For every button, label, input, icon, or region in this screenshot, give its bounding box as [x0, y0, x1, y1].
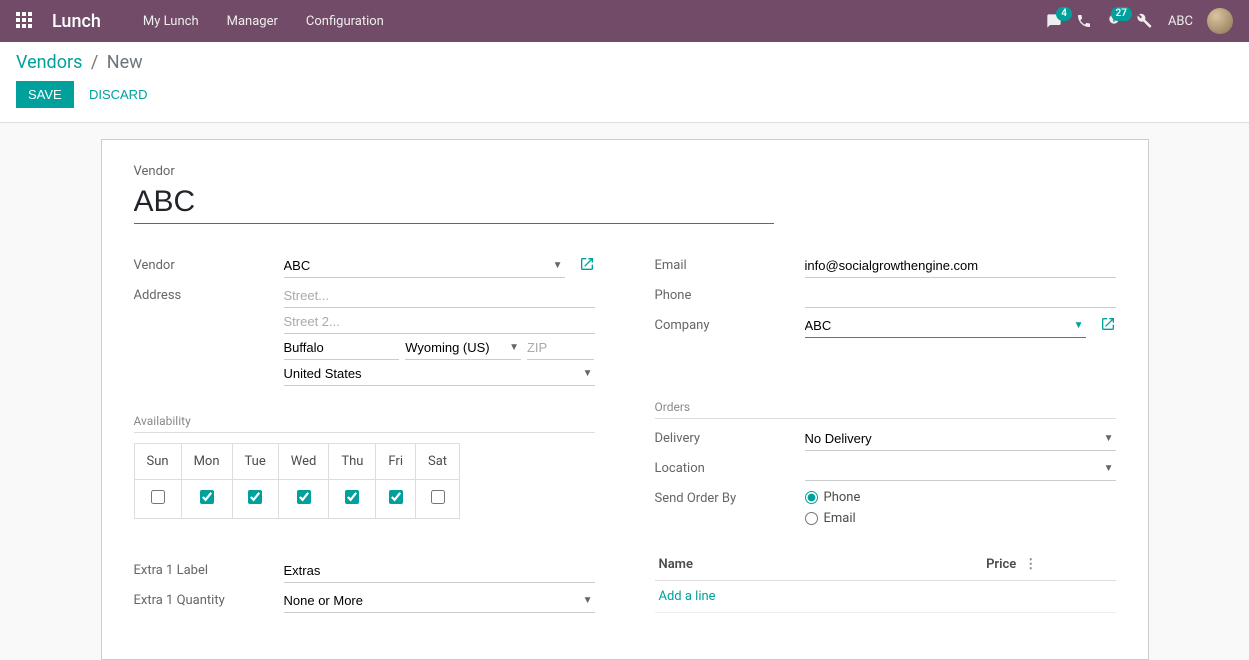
control-bar: Vendors / New SAVE DISCARD	[0, 42, 1249, 123]
email-input[interactable]	[805, 254, 1116, 278]
send-order-email-radio[interactable]	[805, 512, 818, 525]
availability-section: Availability	[134, 414, 595, 433]
vendor-name-input[interactable]	[134, 183, 774, 224]
company-label: Company	[655, 314, 805, 333]
menu-configuration[interactable]: Configuration	[292, 2, 398, 41]
address-label: Address	[134, 284, 284, 303]
day-header-wed: Wed	[278, 444, 329, 480]
country-select[interactable]	[284, 362, 595, 386]
navbar-username[interactable]: ABC	[1168, 14, 1193, 29]
tools-icon[interactable]	[1136, 13, 1152, 29]
avail-tue[interactable]	[248, 490, 262, 504]
vendor-title-label: Vendor	[134, 164, 1116, 179]
email-label: Email	[655, 254, 805, 273]
top-navbar: Lunch My Lunch Manager Configuration 4 2…	[0, 0, 1249, 42]
breadcrumb-separator: /	[91, 52, 98, 73]
avail-fri[interactable]	[389, 490, 403, 504]
external-link-icon[interactable]	[579, 256, 595, 276]
form-sheet: Vendor Vendor ▼	[101, 139, 1149, 660]
avail-wed[interactable]	[297, 490, 311, 504]
day-header-sun: Sun	[134, 444, 181, 480]
availability-table: Sun Mon Tue Wed Thu Fri Sat	[134, 443, 461, 519]
day-header-mon: Mon	[181, 444, 232, 480]
menu-manager[interactable]: Manager	[213, 2, 292, 41]
add-line-link[interactable]: Add a line	[659, 589, 716, 604]
phone-input[interactable]	[805, 284, 1116, 308]
send-order-email-label: Email	[824, 511, 856, 526]
app-brand[interactable]: Lunch	[52, 11, 101, 32]
activities-icon[interactable]: 27	[1106, 13, 1122, 29]
orders-section: Orders	[655, 400, 1116, 419]
messages-icon[interactable]: 4	[1046, 13, 1062, 29]
external-link-icon[interactable]	[1100, 316, 1116, 336]
day-header-thu: Thu	[329, 444, 376, 480]
discard-button[interactable]: DISCARD	[77, 81, 160, 108]
location-label: Location	[655, 457, 805, 476]
breadcrumb-parent[interactable]: Vendors	[16, 52, 82, 73]
day-header-fri: Fri	[376, 444, 416, 480]
kebab-icon[interactable]: ⋮	[1020, 549, 1115, 581]
day-header-sat: Sat	[416, 444, 460, 480]
apps-icon[interactable]	[16, 12, 34, 30]
location-select[interactable]	[805, 457, 1116, 481]
delivery-label: Delivery	[655, 427, 805, 446]
lines-table: Name Price ⋮ Add a line	[655, 549, 1116, 613]
save-button[interactable]: SAVE	[16, 81, 74, 108]
state-select[interactable]	[405, 336, 521, 360]
phone-label: Phone	[655, 284, 805, 303]
vendor-select[interactable]	[284, 254, 565, 278]
delivery-select[interactable]	[805, 427, 1116, 451]
avail-sun[interactable]	[151, 490, 165, 504]
phone-icon[interactable]	[1076, 13, 1092, 29]
user-avatar[interactable]	[1207, 8, 1233, 34]
activities-badge: 27	[1111, 7, 1132, 21]
day-header-tue: Tue	[232, 444, 278, 480]
extra1-qty-label: Extra 1 Quantity	[134, 589, 284, 608]
vendor-label: Vendor	[134, 254, 284, 273]
extra1-label-input[interactable]	[284, 559, 595, 583]
company-select[interactable]	[805, 314, 1086, 338]
send-order-phone[interactable]: Phone	[805, 487, 1116, 508]
breadcrumb: Vendors / New	[16, 52, 1233, 73]
avail-sat[interactable]	[431, 490, 445, 504]
street2-input[interactable]	[284, 310, 595, 334]
send-order-phone-label: Phone	[824, 490, 861, 505]
messages-badge: 4	[1056, 7, 1072, 21]
send-order-phone-radio[interactable]	[805, 491, 818, 504]
zip-input[interactable]	[527, 336, 595, 360]
extra1-label-label: Extra 1 Label	[134, 559, 284, 578]
extra1-qty-select[interactable]	[284, 589, 595, 613]
street-input[interactable]	[284, 284, 595, 308]
send-order-by-label: Send Order By	[655, 487, 805, 506]
city-input[interactable]	[284, 336, 400, 360]
col-name: Name	[655, 549, 848, 581]
menu-my-lunch[interactable]: My Lunch	[129, 2, 213, 41]
avail-mon[interactable]	[200, 490, 214, 504]
avail-thu[interactable]	[345, 490, 359, 504]
send-order-email[interactable]: Email	[805, 508, 1116, 529]
breadcrumb-current: New	[107, 52, 143, 73]
col-price: Price	[847, 549, 1020, 581]
